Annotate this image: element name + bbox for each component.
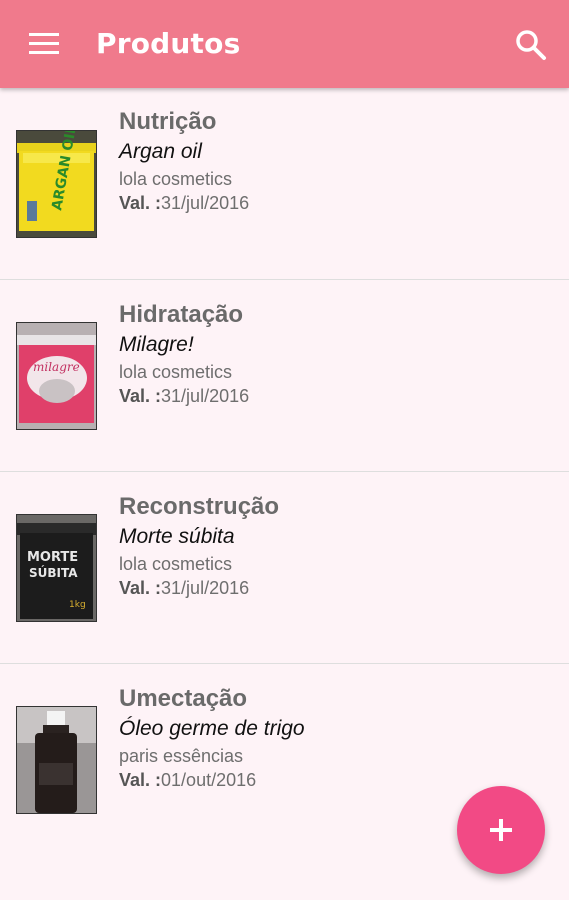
product-validity: Val. :31/jul/2016: [119, 384, 249, 408]
validity-date: 31/jul/2016: [161, 193, 250, 213]
validity-label: Val. :: [119, 386, 162, 406]
product-category: Hidratação: [119, 301, 244, 328]
add-product-button[interactable]: [457, 786, 545, 874]
product-list: ARGAN OIL Nutrição Argan oil lola cosmet…: [0, 88, 569, 855]
product-name: Morte súbita: [119, 525, 235, 548]
app-bar: Produtos: [0, 0, 569, 88]
list-item[interactable]: milagre Hidratação Milagre! lola cosmeti…: [0, 280, 569, 472]
validity-label: Val. :: [119, 578, 162, 598]
product-name: Óleo germe de trigo: [119, 717, 305, 740]
product-brand: paris essências: [119, 746, 244, 766]
menu-icon[interactable]: [26, 27, 62, 63]
product-brand: lola cosmetics: [119, 554, 233, 574]
validity-date: 01/out/2016: [161, 770, 257, 790]
validity-date: 31/jul/2016: [161, 578, 250, 598]
product-validity: Val. :31/jul/2016: [119, 576, 279, 600]
list-item[interactable]: ARGAN OIL Nutrição Argan oil lola cosmet…: [0, 88, 569, 280]
product-image: [16, 706, 97, 814]
product-name: Milagre!: [119, 333, 194, 356]
product-category: Nutrição: [119, 108, 217, 135]
svg-text:MORTE: MORTE: [27, 550, 78, 565]
product-validity: Val. :01/out/2016: [119, 768, 305, 792]
list-item[interactable]: MORTE SÚBITA 1kg Reconstrução Morte súbi…: [0, 472, 569, 664]
validity-label: Val. :: [119, 770, 162, 790]
svg-text:SÚBITA: SÚBITA: [29, 565, 78, 580]
product-image: milagre: [16, 322, 97, 430]
validity-label: Val. :: [119, 193, 162, 213]
product-category: Reconstrução: [119, 493, 280, 520]
product-brand: lola cosmetics: [119, 362, 233, 382]
product-brand: lola cosmetics: [119, 169, 233, 189]
product-category: Umectação: [119, 685, 248, 712]
svg-text:1kg: 1kg: [69, 600, 86, 610]
page-title: Produtos: [96, 27, 241, 60]
product-image: MORTE SÚBITA 1kg: [16, 514, 97, 622]
svg-text:milagre: milagre: [33, 360, 80, 374]
product-image: ARGAN OIL: [16, 130, 97, 238]
product-name: Argan oil: [119, 140, 202, 163]
product-validity: Val. :31/jul/2016: [119, 191, 249, 215]
search-icon[interactable]: [512, 26, 550, 64]
plus-icon: [499, 819, 503, 841]
validity-date: 31/jul/2016: [161, 386, 250, 406]
